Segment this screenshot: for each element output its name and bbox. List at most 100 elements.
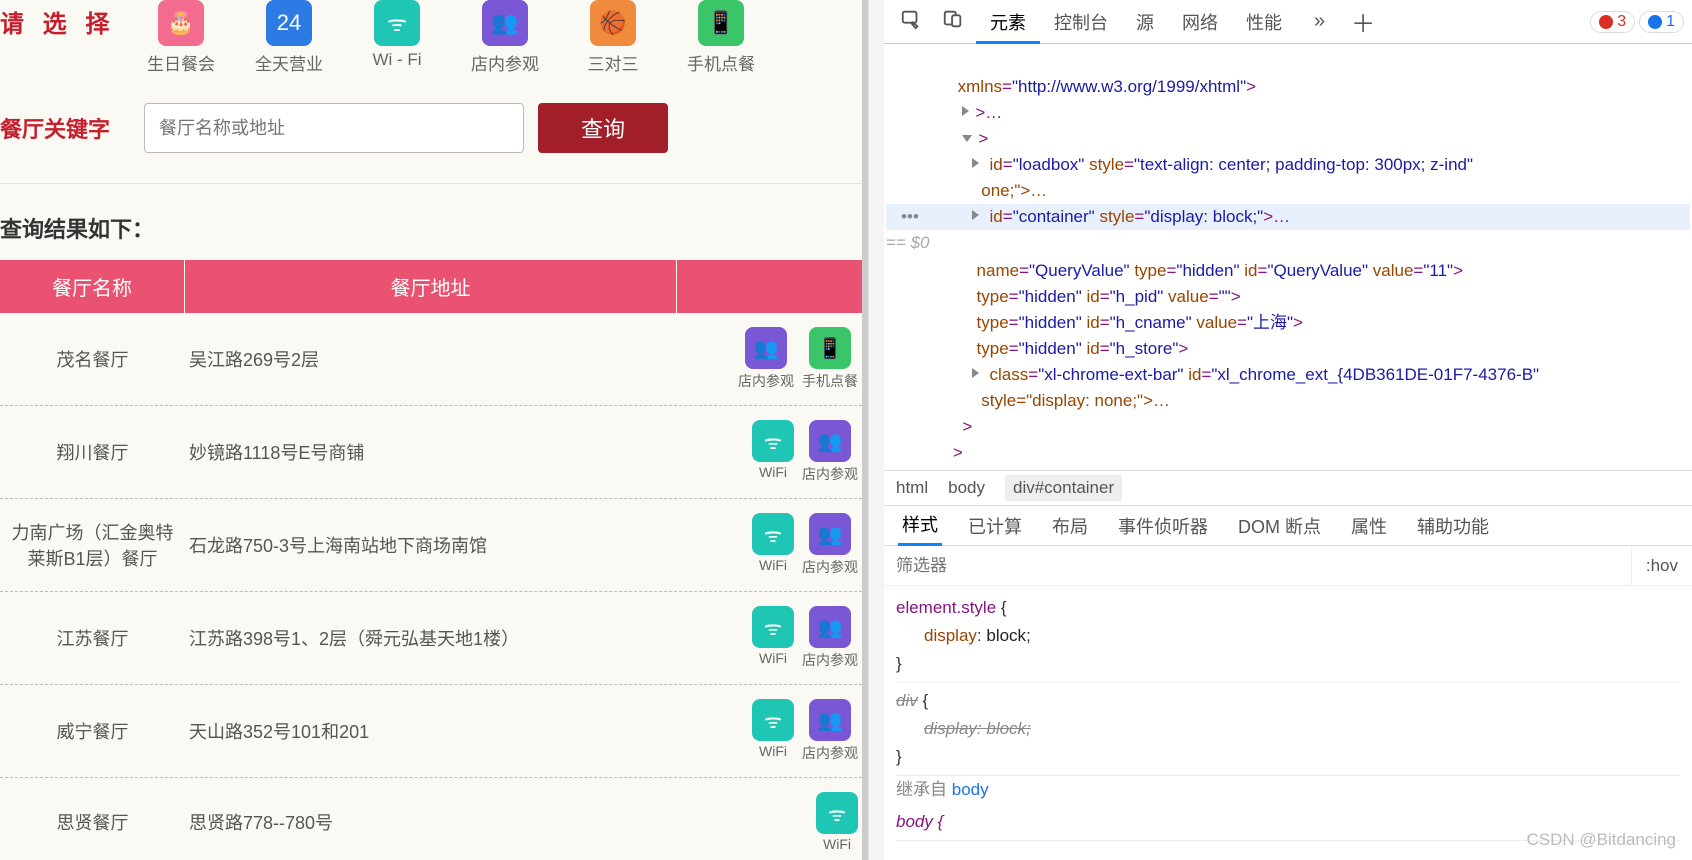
category-label: 三对三: [588, 50, 639, 75]
search-label: 餐厅关键字: [0, 112, 130, 144]
breadcrumb[interactable]: html body div#container: [884, 470, 1692, 506]
row-addr: 石龙路750-3号上海南站地下商场南馆: [185, 532, 677, 558]
inherit-link[interactable]: body: [952, 780, 989, 799]
row-tag: ᯤ WiFi: [752, 513, 794, 577]
tag-label: 店内参观: [802, 464, 858, 484]
styles-tab[interactable]: 样式: [898, 505, 942, 546]
category-icon: 🎂: [158, 0, 204, 46]
category-label: 生日餐会: [147, 50, 215, 75]
table-row[interactable]: 思贤餐厅 思贤路778--780号 ᯤWiFi: [0, 778, 862, 860]
crumb[interactable]: html: [896, 478, 928, 498]
table-row[interactable]: 茂名餐厅 吴江路269号2层 👥店内参观📱手机点餐: [0, 313, 862, 406]
styles-tab[interactable]: 事件侦听器: [1114, 507, 1212, 545]
style-rule[interactable]: div {display: block;}: [896, 683, 1680, 776]
dom-line[interactable]: class="xl-chrome-ext-bar" id="xl_chrome_…: [886, 362, 1690, 388]
dom-line[interactable]: >: [886, 126, 1690, 152]
tag-label: 店内参观: [802, 743, 858, 763]
dom-line[interactable]: style="display: none;">…: [886, 388, 1690, 414]
tag-icon: 👥: [809, 513, 851, 555]
category-2[interactable]: ᯤ Wi - Fi: [358, 0, 436, 75]
device-toggle-icon[interactable]: [934, 4, 972, 39]
tag-label: WiFi: [759, 557, 787, 573]
row-tag: 👥店内参观: [802, 699, 858, 763]
styles-tab[interactable]: DOM 断点: [1234, 507, 1325, 545]
crumb[interactable]: body: [948, 478, 985, 498]
styles-tab[interactable]: 属性: [1347, 507, 1391, 545]
row-tag: 👥店内参观: [802, 513, 858, 577]
devtools-tab[interactable]: 元素: [976, 5, 1040, 44]
tag-icon: ᯤ: [816, 792, 858, 834]
search-input[interactable]: [144, 103, 524, 153]
dom-line[interactable]: id="loadbox" style="text-align: center; …: [886, 152, 1690, 178]
dom-line[interactable]: >: [886, 414, 1690, 440]
category-5[interactable]: 📱 手机点餐: [682, 0, 760, 75]
category-3[interactable]: 👥 店内参观: [466, 0, 544, 75]
row-name: 力南广场（汇金奥特莱斯B1层）餐厅: [0, 519, 185, 571]
table-row[interactable]: 江苏餐厅 江苏路398号1、2层（舜元弘基天地1楼） ᯤWiFi👥店内参观: [0, 592, 862, 685]
category-label: 全天营业: [255, 50, 323, 75]
table-header: 餐厅名称 餐厅地址: [0, 260, 862, 313]
styles-tab[interactable]: 已计算: [964, 507, 1026, 545]
row-name: 茂名餐厅: [0, 346, 185, 372]
inherit-label: 继承自 body: [896, 776, 1680, 804]
devtools-tab[interactable]: 控制台: [1040, 5, 1122, 41]
category-label: 店内参观: [471, 50, 539, 75]
tag-label: WiFi: [759, 743, 787, 759]
dom-line[interactable]: type="hidden" id="h_cname" value="上海">: [886, 310, 1690, 336]
dom-line[interactable]: xmlns="http://www.w3.org/1999/xhtml">: [886, 74, 1690, 100]
styles-tab[interactable]: 布局: [1048, 507, 1092, 545]
dom-line[interactable]: [886, 48, 1690, 74]
dom-line[interactable]: type="hidden" id="h_pid" value="">: [886, 284, 1690, 310]
row-addr: 思贤路778--780号: [185, 809, 677, 835]
row-addr: 吴江路269号2层: [185, 346, 677, 372]
row-tag: 👥店内参观: [738, 327, 794, 391]
tag-label: 店内参观: [802, 650, 858, 670]
th-name: 餐厅名称: [0, 260, 185, 313]
dom-line[interactable]: ••• id="container" style="display: block…: [886, 204, 1690, 230]
category-icon: 📱: [698, 0, 744, 46]
row-name: 江苏餐厅: [0, 625, 185, 651]
more-tabs-icon[interactable]: »: [1300, 2, 1339, 41]
hov-toggle[interactable]: :hov: [1631, 546, 1692, 585]
tag-icon: 👥: [809, 606, 851, 648]
tag-label: WiFi: [759, 650, 787, 666]
info-count-badge[interactable]: 1: [1639, 11, 1684, 33]
tag-icon: ᯤ: [752, 513, 794, 555]
devtools-tab[interactable]: 源: [1122, 5, 1168, 41]
category-4[interactable]: 🏀 三对三: [574, 0, 652, 75]
webpage-pane: 请 选 择 🎂 生日餐会 24 全天营业 ᯤ Wi - Fi 👥 店内参观 🏀 …: [0, 0, 868, 860]
styles-pane[interactable]: element.style {display: block;}div {disp…: [884, 586, 1692, 860]
error-count-badge[interactable]: 3: [1590, 11, 1635, 33]
dom-line[interactable]: one;">…: [886, 178, 1690, 204]
add-tab-icon[interactable]: ＋: [1343, 0, 1383, 43]
row-tag: 📱手机点餐: [802, 327, 858, 391]
category-1[interactable]: 24 全天营业: [250, 0, 328, 75]
table-row[interactable]: 翔川餐厅 妙镜路1118号E号商铺 ᯤWiFi👥店内参观: [0, 406, 862, 499]
row-tag: 👥店内参观: [802, 606, 858, 670]
crumb[interactable]: div#container: [1005, 475, 1122, 501]
search-button[interactable]: 查询: [538, 103, 668, 153]
inspect-icon[interactable]: [892, 4, 930, 39]
style-rule[interactable]: element.style {display: block;}: [896, 590, 1680, 683]
dom-line[interactable]: >…: [886, 100, 1690, 126]
dom-line[interactable]: name="QueryValue" type="hidden" id="Quer…: [886, 258, 1690, 284]
tag-icon: ᯤ: [752, 606, 794, 648]
devtools-tab[interactable]: 性能: [1232, 5, 1296, 41]
table-row[interactable]: 威宁餐厅 天山路352号101和201 ᯤWiFi👥店内参观: [0, 685, 862, 778]
table-row[interactable]: 力南广场（汇金奥特莱斯B1层）餐厅 石龙路750-3号上海南站地下商场南馆 ᯤW…: [0, 499, 862, 592]
dom-tree[interactable]: xmlns="http://www.w3.org/1999/xhtml"> >……: [884, 44, 1692, 470]
row-name: 思贤餐厅: [0, 809, 185, 835]
tag-icon: ᯤ: [752, 699, 794, 741]
dom-line[interactable]: >: [886, 440, 1690, 466]
page-scrollbar[interactable]: [868, 0, 884, 860]
dom-line[interactable]: type="hidden" id="h_store">: [886, 336, 1690, 362]
category-0[interactable]: 🎂 生日餐会: [142, 0, 220, 75]
styles-filter-input[interactable]: [884, 550, 1631, 582]
tag-icon: 📱: [809, 327, 851, 369]
styles-tab[interactable]: 辅助功能: [1413, 507, 1493, 545]
choose-label: 请 选 择: [0, 0, 130, 39]
tag-label: 店内参观: [738, 371, 794, 391]
row-tag: ᯤ WiFi: [752, 699, 794, 763]
devtools-tab[interactable]: 网络: [1168, 5, 1232, 41]
category-icon: 24: [266, 0, 312, 46]
